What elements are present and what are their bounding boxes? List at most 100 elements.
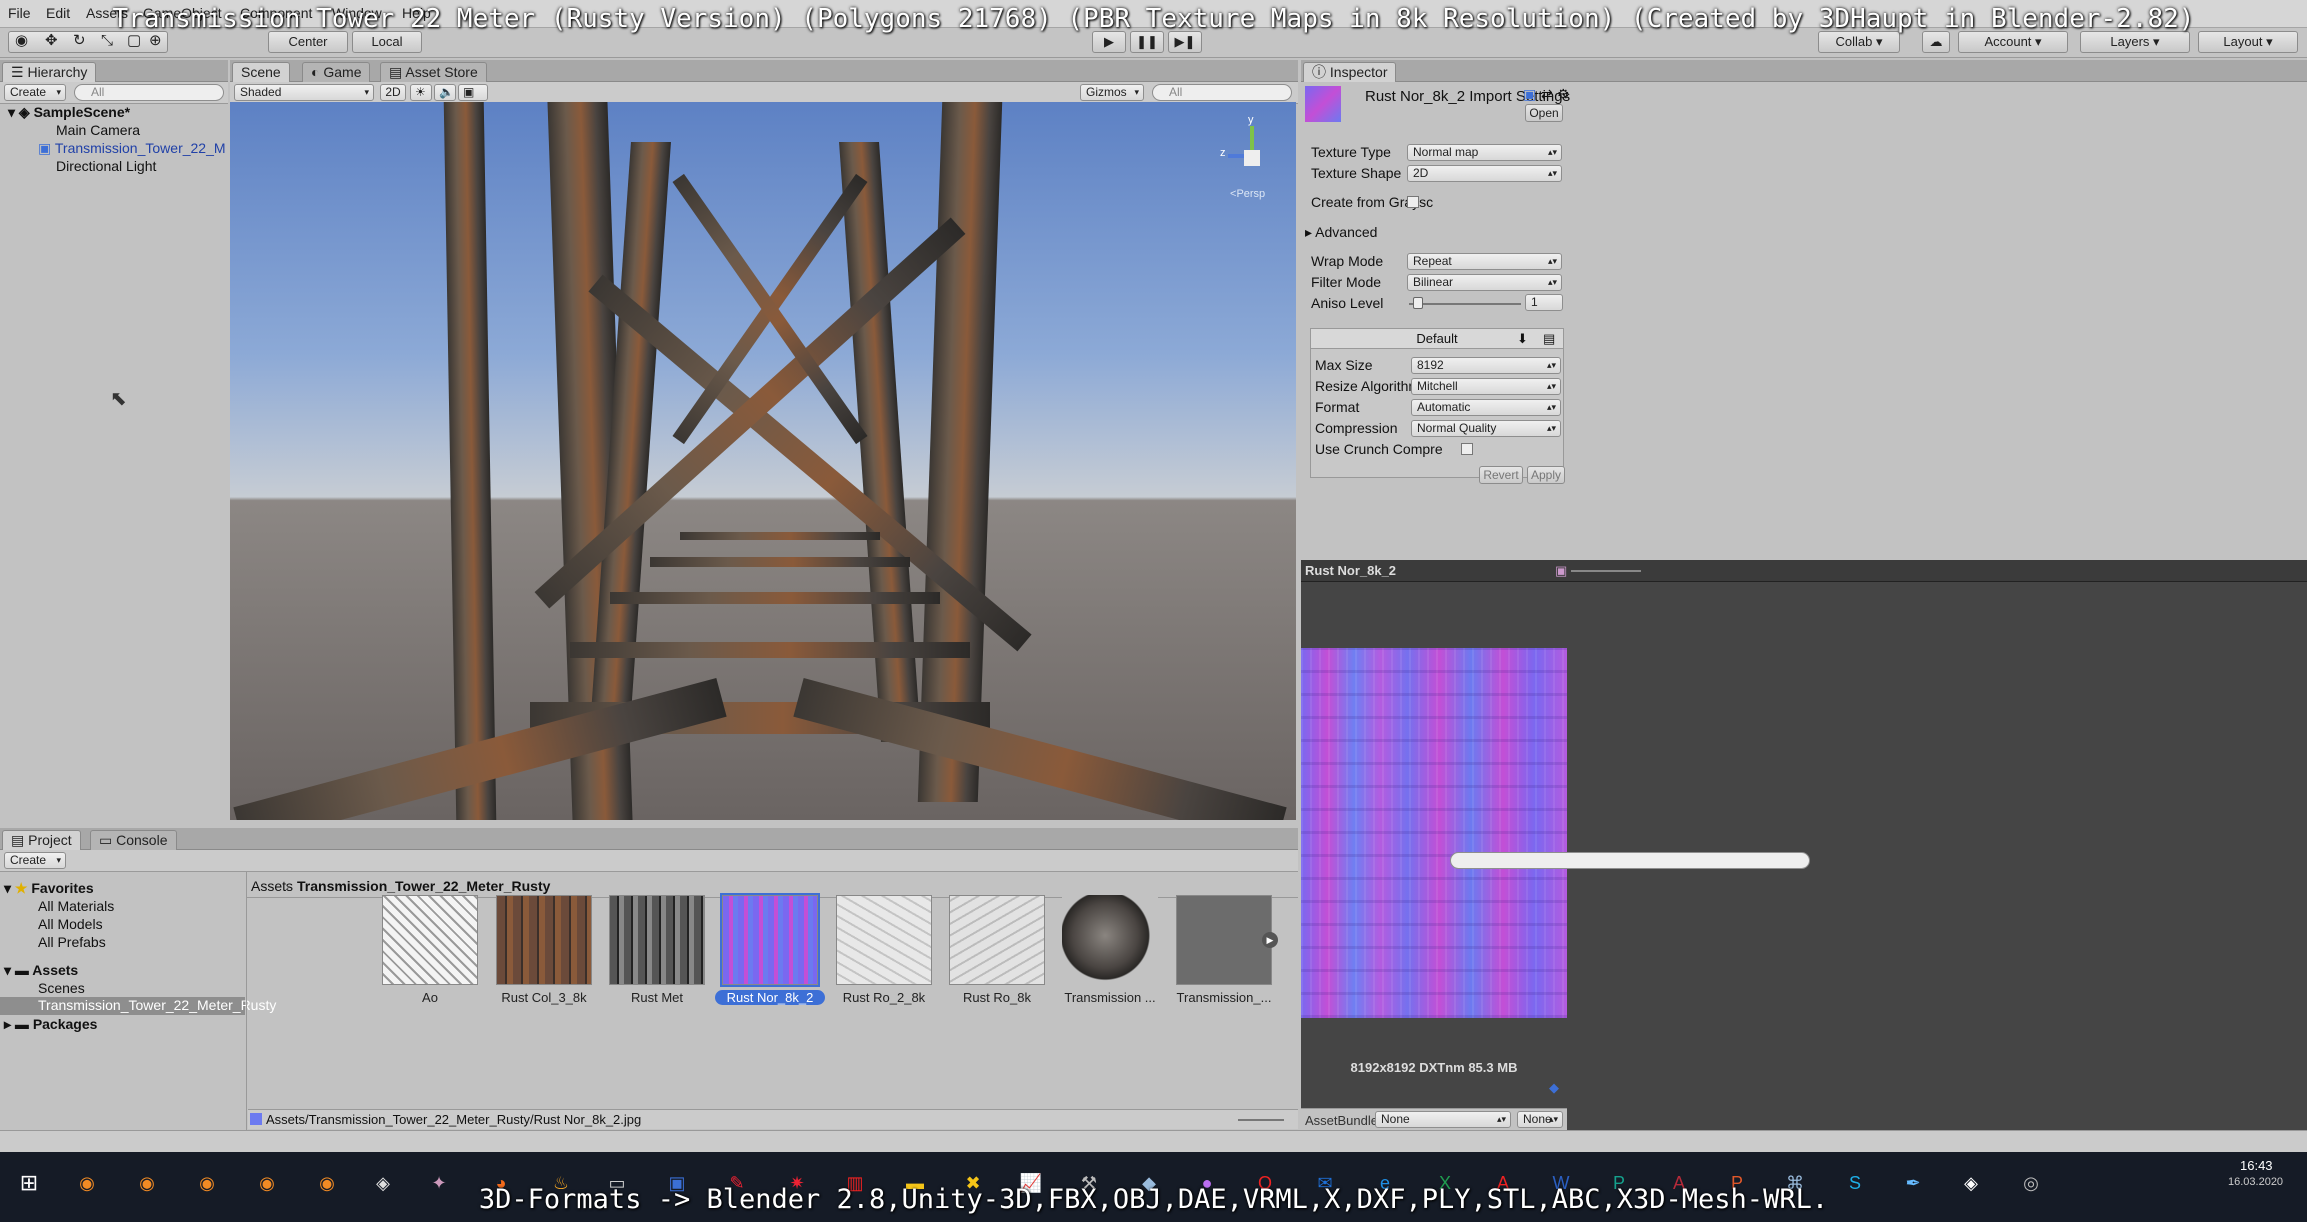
hierarchy-item-main-camera[interactable]: Main Camera — [56, 122, 140, 138]
open-button[interactable]: Open — [1525, 104, 1563, 122]
favorite-all-materials[interactable]: All Materials — [38, 898, 114, 914]
texture-type-dropdown[interactable]: Normal map ▴▾ — [1407, 144, 1562, 161]
format-dropdown[interactable]: Automatic ▴▾ — [1411, 399, 1561, 416]
audio-toggle[interactable]: 🔈 — [434, 84, 456, 101]
effects-dropdown[interactable]: ▣ — [458, 84, 488, 101]
resize-algorithm-dropdown[interactable]: Mitchell ▴▾ — [1411, 378, 1561, 395]
expand-arrow-icon[interactable]: ▶ — [1262, 932, 1278, 948]
create-from-grayscale-checkbox[interactable] — [1407, 196, 1419, 208]
favorite-all-prefabs[interactable]: All Prefabs — [38, 934, 106, 950]
hierarchy-search-input[interactable]: All — [74, 84, 224, 101]
folder-tower-selected[interactable]: Transmission_Tower_22_Meter_Rusty — [0, 997, 276, 1015]
platform-settings-box: Default ⬇ ▤ Max Size 8192 ▴▾ Resize Algor… — [1310, 328, 1564, 478]
persp-label[interactable]: <Persp — [1230, 188, 1265, 200]
scale-tool-icon[interactable]: ⤡ — [101, 31, 113, 51]
packages-foldout[interactable]: ▸ ▬ Packages — [4, 1016, 97, 1033]
gear-icon[interactable]: ⚙ — [1557, 86, 1570, 103]
layers-dropdown[interactable]: Layers ▾ — [2080, 31, 2190, 53]
asset-path: Assets/Transmission_Tower_22_Meter_Rusty… — [266, 1112, 642, 1127]
tab-scene[interactable]: Scene — [232, 62, 290, 82]
download-icon[interactable]: ⬇ — [1517, 331, 1528, 347]
compression-label: Compression — [1315, 420, 1398, 436]
aniso-value-field[interactable]: 1 — [1525, 294, 1563, 311]
label-icon[interactable]: ◆ — [1549, 1080, 1559, 1096]
toggle-2d-button[interactable]: 2D — [380, 84, 406, 101]
tab-game[interactable]: ◐ Game — [302, 62, 371, 82]
hierarchy-item-directional-light[interactable]: Directional Light — [56, 158, 156, 174]
tab-project[interactable]: ▤ Project — [2, 830, 81, 850]
scene-root[interactable]: ▾ ◈ SampleScene* — [8, 104, 130, 121]
asset-thumb-rust-nor-selected[interactable] — [720, 893, 820, 987]
project-search-input[interactable] — [1450, 852, 1810, 869]
assetbundle-variant-dropdown[interactable]: None ▴▾ — [1517, 1111, 1563, 1128]
project-create-dropdown[interactable]: Create ▾ — [4, 852, 66, 869]
pause-button[interactable]: ❚❚ — [1130, 31, 1164, 53]
gizmos-dropdown[interactable]: Gizmos ▾ — [1080, 84, 1144, 101]
asset-label-rust-ro: Rust Ro_8k — [963, 990, 1031, 1005]
create-label: Create — [10, 85, 47, 99]
transform-tool-icon[interactable]: ⊕ — [149, 31, 162, 51]
assets-foldout[interactable]: ▾ ▬ Assets — [4, 962, 78, 979]
advanced-foldout[interactable]: ▸ Advanced — [1305, 224, 1377, 241]
inspector-tab-label: Inspector — [1329, 64, 1388, 80]
asset-thumb-rust-met[interactable] — [609, 895, 705, 985]
taskbar-time[interactable]: 16:43 — [2240, 1158, 2273, 1173]
space-toggle[interactable]: Local — [352, 31, 422, 53]
apply-button[interactable]: Apply — [1527, 466, 1565, 484]
thumbnail-size-slider[interactable] — [1238, 1119, 1284, 1121]
aniso-slider-thumb[interactable] — [1413, 297, 1423, 309]
tab-asset-store[interactable]: ▤ Asset Store — [380, 62, 487, 82]
asset-label-rust-nor: Rust Nor_8k_2 — [715, 990, 825, 1005]
asset-thumb-rust-col[interactable] — [496, 895, 592, 985]
max-size-dropdown[interactable]: 8192 ▴▾ — [1411, 357, 1561, 374]
shading-mode-dropdown[interactable]: Shaded ▾ — [234, 84, 374, 101]
pivot-toggle[interactable]: Center — [268, 31, 348, 53]
cloud-icon: ☁ — [1929, 34, 1943, 49]
mip-slider[interactable] — [1571, 570, 1641, 572]
asset-thumb-rust-ro-2[interactable] — [836, 895, 932, 985]
rect-tool-icon[interactable]: ▢ — [127, 31, 141, 51]
channel-icon[interactable]: ▣ — [1555, 563, 1567, 579]
filter-mode-dropdown[interactable]: Bilinear ▴▾ — [1407, 274, 1562, 291]
tab-inspector[interactable]: ⓘ Inspector — [1303, 62, 1397, 82]
asset-thumb-rust-ro[interactable] — [949, 895, 1045, 985]
asset-thumb-transmission-material[interactable] — [1062, 895, 1158, 985]
favorites-foldout[interactable]: ▾ ★ Favorites — [4, 880, 94, 897]
hierarchy-create-dropdown[interactable]: Create ▾ — [4, 84, 66, 101]
tab-console[interactable]: ▭ Console — [90, 830, 177, 850]
space-label: Local — [371, 34, 403, 49]
step-button[interactable]: ▶❚ — [1168, 31, 1202, 53]
lighting-toggle[interactable]: ☀ — [410, 84, 432, 101]
crunch-compression-checkbox[interactable] — [1461, 443, 1473, 455]
texture-info: 8192x8192 DXTnm 85.3 MB — [1350, 1060, 1518, 1075]
compression-dropdown[interactable]: Normal Quality ▴▾ — [1411, 420, 1561, 437]
cloud-button[interactable]: ☁ — [1922, 31, 1950, 53]
hierarchy-item-tower[interactable]: ▣ Transmission_Tower_22_Meter_RustyTe — [38, 140, 226, 157]
collab-button[interactable]: Collab ▾ — [1818, 31, 1900, 53]
tab-hierarchy[interactable]: ☰ Hierarchy — [2, 62, 97, 82]
scene-orientation-gizmo[interactable]: y z <Persp — [1220, 114, 1290, 204]
scene-viewport[interactable]: y z <Persp — [230, 102, 1296, 820]
rotate-tool-icon[interactable]: ↻ — [73, 31, 86, 51]
account-button[interactable]: Account ▾ — [1958, 31, 2068, 53]
texture-shape-dropdown[interactable]: 2D ▴▾ — [1407, 165, 1562, 182]
play-button[interactable]: ▶ — [1092, 31, 1126, 53]
favorite-all-models[interactable]: All Models — [38, 916, 103, 932]
asset-thumb-ao[interactable] — [382, 895, 478, 985]
folder-icon: ▤ — [11, 832, 29, 848]
html5-icon[interactable]: ▤ — [1543, 331, 1555, 347]
breadcrumb-folder[interactable]: Transmission_Tower_22_Meter_Rusty — [297, 878, 550, 894]
revert-button[interactable]: Revert — [1479, 466, 1523, 484]
aniso-slider-track[interactable] — [1409, 303, 1521, 305]
help-icon[interactable]: ▣ — [1523, 86, 1536, 103]
wrap-mode-dropdown[interactable]: Repeat ▴▾ — [1407, 253, 1562, 270]
asset-thumb-transmission-model[interactable] — [1176, 895, 1272, 985]
folder-scenes[interactable]: Scenes — [38, 980, 85, 996]
hand-tool-icon[interactable]: ◉ — [15, 31, 28, 51]
move-tool-icon[interactable]: ✥ — [45, 31, 58, 51]
preset-icon[interactable]: ⇄ — [1541, 86, 1553, 103]
crunch-compression-label: Use Crunch Compre — [1315, 441, 1443, 457]
scene-search-input[interactable]: All — [1152, 84, 1292, 101]
assetbundle-dropdown[interactable]: None ▴▾ — [1375, 1111, 1511, 1128]
layout-dropdown[interactable]: Layout ▾ — [2198, 31, 2298, 53]
